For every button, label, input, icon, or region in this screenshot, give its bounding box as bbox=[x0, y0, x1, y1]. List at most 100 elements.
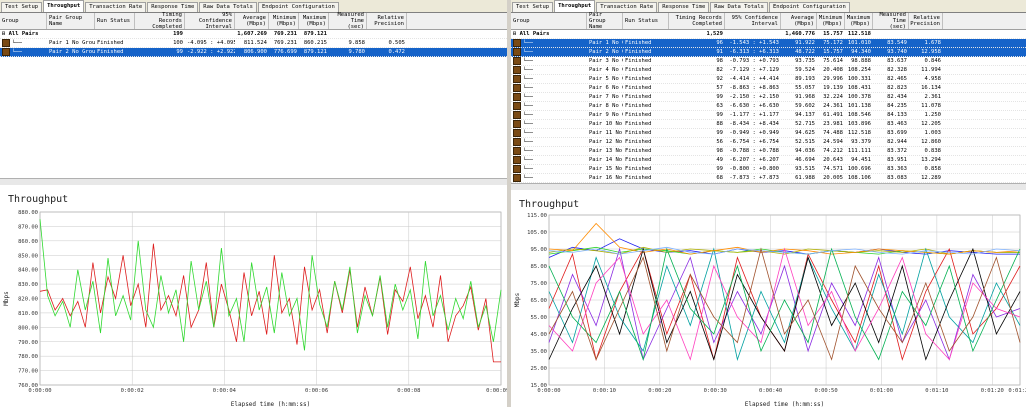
table-row[interactable]: └── Pair 12 No GroupFinished 56 -6.754 : +6… bbox=[511, 138, 1026, 147]
column-header[interactable]: Maximum (Mbps) bbox=[299, 13, 329, 29]
x-tick-label: 0:00:08 bbox=[397, 388, 420, 394]
pair-icon bbox=[513, 165, 521, 173]
y-tick-label: 880.00 bbox=[18, 210, 38, 216]
table-row[interactable]: └── Pair 13 No GroupFinished 98 -0.788 : +0… bbox=[511, 147, 1026, 156]
tab-endpoint-configuration[interactable]: Endpoint Configuration bbox=[768, 2, 850, 12]
table-row[interactable]: └── Pair 15 No GroupFinished 99 -0.800 : +0… bbox=[511, 165, 1026, 174]
tree-line: └── bbox=[523, 103, 533, 110]
pair-group-cell: └── bbox=[511, 102, 587, 110]
table-row[interactable]: └── Pair 1 No GroupFinished 96 -1.543 : +1.… bbox=[511, 39, 1026, 48]
chart-title: Throughput bbox=[519, 199, 579, 210]
maximum-cell: 108.254 bbox=[847, 67, 871, 73]
column-header[interactable]: 95% Confidence Interval bbox=[185, 12, 235, 30]
average-cell: 52.715 bbox=[795, 121, 815, 127]
pair-icon bbox=[513, 57, 521, 65]
tree-line: └── bbox=[523, 139, 533, 146]
y-tick-label: 840.00 bbox=[18, 268, 38, 274]
tree-line: └── bbox=[523, 148, 533, 155]
pair-group-cell: └── bbox=[0, 48, 47, 56]
measured-time-cell: 83.699 bbox=[887, 130, 907, 136]
column-header[interactable]: Maximum (Mbps) bbox=[845, 13, 873, 29]
column-header[interactable]: Average (Mbps) bbox=[235, 13, 269, 29]
table-row[interactable]: └── Pair 11 No GroupFinished 99 -0.949 : +0… bbox=[511, 129, 1026, 138]
maximum-cell: 101.010 bbox=[847, 40, 871, 46]
tab-response-time[interactable]: Response Time bbox=[658, 2, 710, 12]
left-results-grid: Group Pair Group Name Run Status Timing Rec… bbox=[0, 12, 507, 184]
table-row[interactable]: └── Pair 2 No Group Finished 99 -2.922 : +2.… bbox=[0, 48, 507, 57]
column-header[interactable]: Group bbox=[511, 13, 587, 29]
right-horizontal-scrollbar[interactable] bbox=[511, 183, 1026, 190]
tab-transaction-rate[interactable]: Transaction Rate bbox=[596, 2, 658, 12]
y-tick-label: 105.00 bbox=[527, 230, 547, 236]
column-header[interactable]: Pair Group Name bbox=[47, 13, 95, 29]
pair-name-cell: Pair 10 No Group bbox=[589, 121, 623, 127]
table-row[interactable]: └── Pair 9 No GroupFinished 99 -1.177 : +1.… bbox=[511, 111, 1026, 120]
average-cell: 806.900 bbox=[243, 49, 267, 55]
run-status-cell: Finished bbox=[97, 49, 124, 55]
table-row[interactable]: └── Pair 16 No GroupFinished 68 -7.873 : +7… bbox=[511, 174, 1026, 183]
column-header[interactable]: Run Status bbox=[95, 13, 135, 29]
column-header[interactable]: Relative Precision bbox=[909, 13, 943, 29]
table-row[interactable]: └── Pair 7 No GroupFinished 99 -2.150 : +2.… bbox=[511, 93, 1026, 102]
summary-cell: 15.757 bbox=[823, 31, 843, 37]
tab-test-setup[interactable]: Test Setup bbox=[512, 2, 554, 12]
summary-row[interactable]: ⊟ All Pairs 1,529 1,460.776 15.757 112.518 bbox=[511, 30, 1026, 39]
tab-endpoint-configuration[interactable]: Endpoint Configuration bbox=[257, 2, 339, 12]
table-row[interactable]: └── Pair 14 No GroupFinished 49 -6.207 : +6… bbox=[511, 156, 1026, 165]
tab-raw-data-totals[interactable]: Raw Data Totals bbox=[199, 2, 257, 12]
tab-transaction-rate[interactable]: Transaction Rate bbox=[85, 2, 147, 12]
x-tick-label: 0:00:20 bbox=[648, 388, 671, 394]
pair-icon bbox=[513, 75, 521, 83]
measured-time-cell: 82.465 bbox=[887, 76, 907, 82]
tab-throughput[interactable]: Throughput bbox=[43, 0, 85, 12]
left-grid-body: ⊟ All Pairs 199 1,607.269 769.231 879.121 └──… bbox=[0, 30, 507, 57]
timing-records-cell: 98 bbox=[716, 148, 723, 154]
table-row[interactable]: └── Pair 1 No Group Finished 100 -4.095 : +4… bbox=[0, 39, 507, 48]
pair-icon bbox=[513, 84, 521, 92]
column-header[interactable]: Timing Records Completed bbox=[135, 12, 185, 30]
column-header[interactable]: Minimum (Mbps) bbox=[269, 13, 299, 29]
tab-response-time[interactable]: Response Time bbox=[147, 2, 199, 12]
column-header[interactable]: 95% Confidence Interval bbox=[725, 13, 781, 29]
table-row[interactable]: └── Pair 4 No GroupFinished 82 -7.129 : +7.… bbox=[511, 66, 1026, 75]
tree-line: └── bbox=[12, 49, 22, 56]
table-row[interactable]: └── Pair 8 No GroupFinished 63 -6.630 : +6.… bbox=[511, 102, 1026, 111]
x-axis-label: Elapsed time (h:mm:ss) bbox=[745, 401, 824, 407]
summary-row[interactable]: ⊟ All Pairs 199 1,607.269 769.231 879.121 bbox=[0, 30, 507, 39]
measured-time-cell: 83.549 bbox=[887, 40, 907, 46]
timing-records-cell: 63 bbox=[716, 103, 723, 109]
column-header[interactable]: Minimum (Mbps) bbox=[817, 13, 845, 29]
table-row[interactable]: └── Pair 5 No GroupFinished 92 -4.414 : +4.… bbox=[511, 75, 1026, 84]
table-row[interactable]: └── Pair 6 No GroupFinished 57 -8.863 : +8.… bbox=[511, 84, 1026, 93]
maximum-cell: 100.331 bbox=[847, 76, 871, 82]
column-header[interactable]: Group bbox=[0, 13, 47, 29]
column-header[interactable]: Average (Mbps) bbox=[781, 13, 817, 29]
left-horizontal-scrollbar[interactable] bbox=[0, 178, 507, 185]
right-throughput-svg: Throughput15.0025.0035.0045.0055.0065.00… bbox=[514, 199, 1026, 407]
column-header[interactable]: Timing Records Completed bbox=[669, 13, 725, 29]
pair-group-cell: └── bbox=[511, 129, 587, 137]
y-axis-label: Mbps bbox=[514, 292, 521, 307]
column-header[interactable]: Relative Precision bbox=[367, 13, 407, 29]
measured-time-cell: 82.328 bbox=[887, 67, 907, 73]
average-cell: 94.625 bbox=[795, 130, 815, 136]
tree-line: └── bbox=[523, 58, 533, 65]
summary-cell: 1,607.269 bbox=[237, 31, 267, 37]
column-header[interactable]: Measured Time (sec) bbox=[873, 12, 909, 30]
pair-name-cell: Pair 13 No Group bbox=[589, 148, 623, 154]
column-header[interactable]: Pair Group Name bbox=[587, 12, 623, 30]
tree-line: └── bbox=[523, 130, 533, 137]
column-header[interactable]: Run Status bbox=[623, 13, 669, 29]
relative-precision-cell: 0.846 bbox=[924, 58, 941, 64]
table-row[interactable]: └── Pair 10 No GroupFinished 88 -8.434 : +8… bbox=[511, 120, 1026, 129]
x-tick-label: 0:00:09.1 bbox=[486, 388, 507, 394]
table-row[interactable]: └── Pair 2 No GroupFinished 91 -6.313 : +6.… bbox=[511, 48, 1026, 57]
confidence-interval-cell: -0.793 : +0.793 bbox=[729, 58, 779, 64]
pair-group-cell: └── bbox=[511, 165, 587, 173]
tab-test-setup[interactable]: Test Setup bbox=[1, 2, 43, 12]
tab-throughput[interactable]: Throughput bbox=[554, 0, 596, 12]
relative-precision-cell: 0.505 bbox=[388, 40, 405, 46]
tab-raw-data-totals[interactable]: Raw Data Totals bbox=[710, 2, 768, 12]
table-row[interactable]: └── Pair 3 No GroupFinished 98 -0.793 : +0.… bbox=[511, 57, 1026, 66]
column-header[interactable]: Measured Time (sec) bbox=[329, 12, 367, 30]
